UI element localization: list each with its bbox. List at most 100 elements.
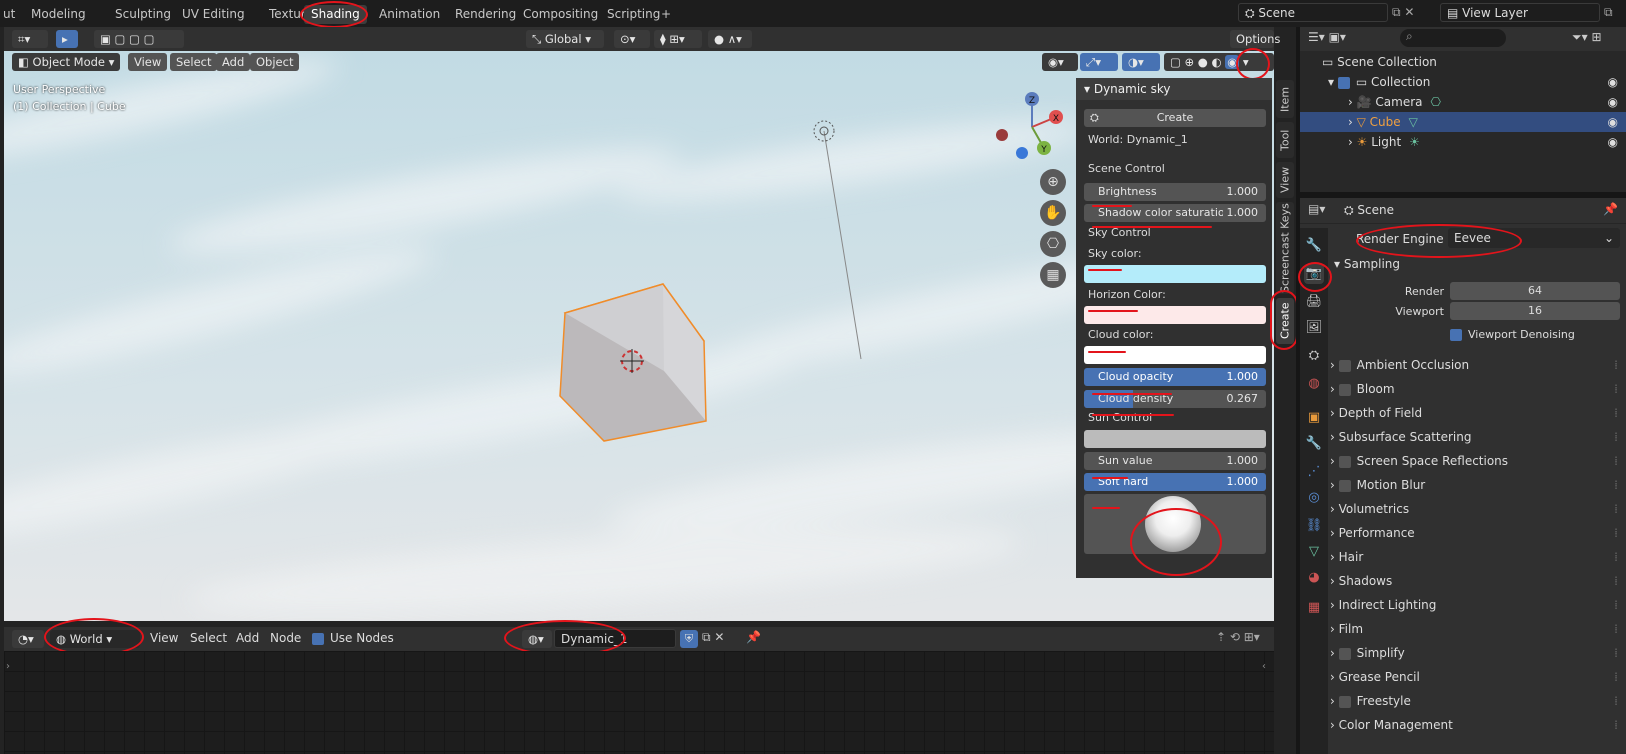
section-checkbox[interactable] bbox=[1338, 383, 1351, 396]
shadow-saturation-field[interactable]: Shadow color saturatio 1.000 bbox=[1084, 204, 1266, 222]
soft-hard-slider[interactable]: Soft hard 1.000 bbox=[1084, 473, 1266, 491]
render-engine-dropdown[interactable]: Eevee ⌄ bbox=[1448, 228, 1620, 248]
world-browse-icon[interactable]: ◍▾ bbox=[522, 630, 552, 648]
shader-type-dropdown[interactable]: ◍ World ▾ bbox=[50, 630, 140, 648]
texture-tab-icon[interactable]: ▦ bbox=[1304, 598, 1324, 618]
node-menu-node[interactable]: Node bbox=[270, 631, 301, 645]
tab-view[interactable]: View bbox=[1276, 162, 1294, 198]
particles-tab-icon[interactable]: ⋰ bbox=[1304, 462, 1324, 482]
section-simplify[interactable]: › Simplify ⁞ bbox=[1330, 642, 1620, 664]
outliner-scene-collection[interactable]: ▭ Scene Collection bbox=[1300, 52, 1626, 72]
outliner-type-icon[interactable]: ☰▾ ▣▾ bbox=[1308, 30, 1346, 44]
menu-add[interactable]: Add bbox=[216, 53, 251, 71]
camera-view-icon[interactable]: ⎔ bbox=[1040, 231, 1066, 257]
section-film[interactable]: › Film ⁞ bbox=[1330, 618, 1620, 640]
drag-handle-icon[interactable]: ⁞ bbox=[1614, 714, 1618, 736]
data-tab-icon[interactable]: ▽ bbox=[1304, 542, 1324, 562]
drag-handle-icon[interactable]: ⁞ bbox=[1614, 474, 1618, 496]
drag-handle-icon[interactable]: ⁞ bbox=[1614, 666, 1618, 688]
scene-tab-icon[interactable]: ⛭ bbox=[1304, 346, 1324, 366]
horizon-color-swatch[interactable] bbox=[1084, 306, 1266, 324]
drag-handle-icon[interactable]: ⁞ bbox=[1614, 450, 1618, 472]
outliner-collection[interactable]: ▾ ▭ Collection ◉ bbox=[1300, 72, 1626, 92]
drag-handle-icon[interactable]: ⁞ bbox=[1614, 522, 1618, 544]
snap-options-icons[interactable]: ⇡ ⟲ ⊞▾ bbox=[1216, 630, 1260, 644]
tool-tab-icon[interactable]: 🔧 bbox=[1304, 236, 1324, 256]
drag-handle-icon[interactable]: ⁞ bbox=[1614, 642, 1618, 664]
transform-orientation[interactable]: ⤡ Global ▾ bbox=[526, 30, 604, 48]
section-color-management[interactable]: › Color Management ⁞ bbox=[1330, 714, 1620, 736]
eye-icon[interactable]: ◉ bbox=[1608, 132, 1618, 152]
render-samples-field[interactable]: 64 bbox=[1450, 282, 1620, 300]
sky-color-swatch[interactable] bbox=[1084, 265, 1266, 283]
tab-create[interactable]: Create bbox=[1276, 298, 1294, 344]
eye-icon[interactable]: ◉ bbox=[1608, 72, 1618, 92]
outliner-cube[interactable]: › ▽ Cube ▽ ◉ bbox=[1300, 112, 1626, 132]
node-editor-canvas[interactable]: › ‹ bbox=[4, 651, 1274, 754]
menu-select[interactable]: Select bbox=[170, 53, 218, 71]
select-tool-icon[interactable]: ▸ bbox=[56, 30, 78, 48]
drag-handle-icon[interactable]: ⁞ bbox=[1614, 354, 1618, 376]
drag-handle-icon[interactable]: ⁞ bbox=[1614, 426, 1618, 448]
section-bloom[interactable]: › Bloom ⁞ bbox=[1330, 378, 1620, 400]
shading-mode-icons[interactable]: ▢ ⊕ ● ◐ ◉ ▾ bbox=[1164, 53, 1274, 71]
menu-object[interactable]: Object bbox=[250, 53, 300, 71]
pin-icon[interactable]: 📌 bbox=[1603, 202, 1618, 216]
panel-title[interactable]: ▾ Dynamic sky bbox=[1076, 78, 1272, 100]
node-menu-add[interactable]: Add bbox=[236, 631, 259, 645]
snap-icon[interactable]: ⧫ ⊞▾ bbox=[654, 30, 702, 48]
scene-field[interactable]: ⛭ Scene bbox=[1238, 3, 1388, 22]
tab-rendering[interactable]: Rendering bbox=[448, 5, 523, 24]
render-tab-icon[interactable]: 📷 bbox=[1304, 264, 1324, 284]
eye-icon[interactable]: ◉ bbox=[1608, 112, 1618, 132]
navigation-gizmo[interactable]: Z X Y bbox=[994, 89, 1070, 165]
tab-item[interactable]: Item bbox=[1276, 80, 1294, 118]
pin-icon[interactable]: 📌 bbox=[746, 630, 761, 644]
properties-type-icon[interactable]: ▤▾ bbox=[1308, 202, 1325, 216]
world-datablock-field[interactable]: Dynamic_1 bbox=[554, 629, 676, 648]
drag-handle-icon[interactable]: ⁞ bbox=[1614, 594, 1618, 616]
section-subsurface-scattering[interactable]: › Subsurface Scattering ⁞ bbox=[1330, 426, 1620, 448]
section-depth-of-field[interactable]: › Depth of Field ⁞ bbox=[1330, 402, 1620, 424]
physics-tab-icon[interactable]: ◎ bbox=[1304, 488, 1324, 508]
section-volumetrics[interactable]: › Volumetrics ⁞ bbox=[1330, 498, 1620, 520]
pivot-icon[interactable]: ⊙▾ bbox=[614, 30, 650, 48]
rendered-shading-icon[interactable]: ◉ bbox=[1225, 55, 1240, 69]
select-mode-icons[interactable]: ▣ ▢ ▢ ▢ bbox=[94, 30, 184, 48]
filter-icon[interactable]: ⏷▾ ⊞ bbox=[1572, 30, 1602, 45]
mode-dropdown[interactable]: ◧ Object Mode ▾ bbox=[12, 53, 120, 71]
tab-screencast-keys[interactable]: Screencast Keys bbox=[1276, 202, 1294, 294]
duplicate-icon[interactable]: ⧉ ✕ bbox=[702, 630, 724, 645]
viewport-samples-field[interactable]: 16 bbox=[1450, 302, 1620, 320]
section-checkbox[interactable] bbox=[1338, 359, 1351, 372]
editor-type-button[interactable]: ◔▾ bbox=[12, 630, 44, 648]
sun-value-field[interactable]: Sun value 1.000 bbox=[1084, 452, 1266, 470]
drag-handle-icon[interactable]: ⁞ bbox=[1614, 570, 1618, 592]
section-checkbox[interactable] bbox=[1338, 455, 1351, 468]
section-checkbox[interactable] bbox=[1338, 695, 1351, 708]
section-grease-pencil[interactable]: › Grease Pencil ⁞ bbox=[1330, 666, 1620, 688]
menu-view[interactable]: View bbox=[128, 53, 168, 71]
section-freestyle[interactable]: › Freestyle ⁞ bbox=[1330, 690, 1620, 712]
section-motion-blur[interactable]: › Motion Blur ⁞ bbox=[1330, 474, 1620, 496]
use-nodes-checkbox[interactable]: Use Nodes bbox=[312, 631, 394, 645]
output-tab-icon[interactable]: 🖨 bbox=[1304, 292, 1324, 312]
tab-ut[interactable]: ut bbox=[0, 5, 22, 24]
view-layer-field[interactable]: ▤ View Layer bbox=[1440, 3, 1600, 22]
world-tab-icon[interactable]: ◍ bbox=[1304, 374, 1324, 394]
sidebar-expand-icon[interactable]: ‹ bbox=[1262, 661, 1266, 672]
view-layer-tab-icon[interactable]: 🖼 bbox=[1304, 318, 1324, 338]
tab--[interactable]: + bbox=[654, 5, 678, 24]
overlay-toggle-icon[interactable]: ◑▾ bbox=[1122, 53, 1160, 71]
new-scene-icon[interactable]: ⧉ ✕ bbox=[1392, 5, 1414, 20]
outliner-light[interactable]: › ☀ Light ☀ ◉ bbox=[1300, 132, 1626, 152]
gizmo-toggle-icon[interactable]: ⤢▾ bbox=[1080, 53, 1118, 71]
drag-handle-icon[interactable]: ⁞ bbox=[1614, 618, 1618, 640]
constraints-tab-icon[interactable]: ⛓ bbox=[1304, 516, 1324, 536]
editor-type-button[interactable]: ⌗▾ bbox=[12, 30, 48, 48]
toolbar-expand-icon[interactable]: › bbox=[6, 661, 10, 672]
tab-sculpting[interactable]: Sculpting bbox=[108, 5, 178, 24]
tab-compositing[interactable]: Compositing bbox=[516, 5, 605, 24]
tab-animation[interactable]: Animation bbox=[372, 5, 447, 24]
ortho-grid-icon[interactable]: ▦ bbox=[1040, 262, 1066, 288]
